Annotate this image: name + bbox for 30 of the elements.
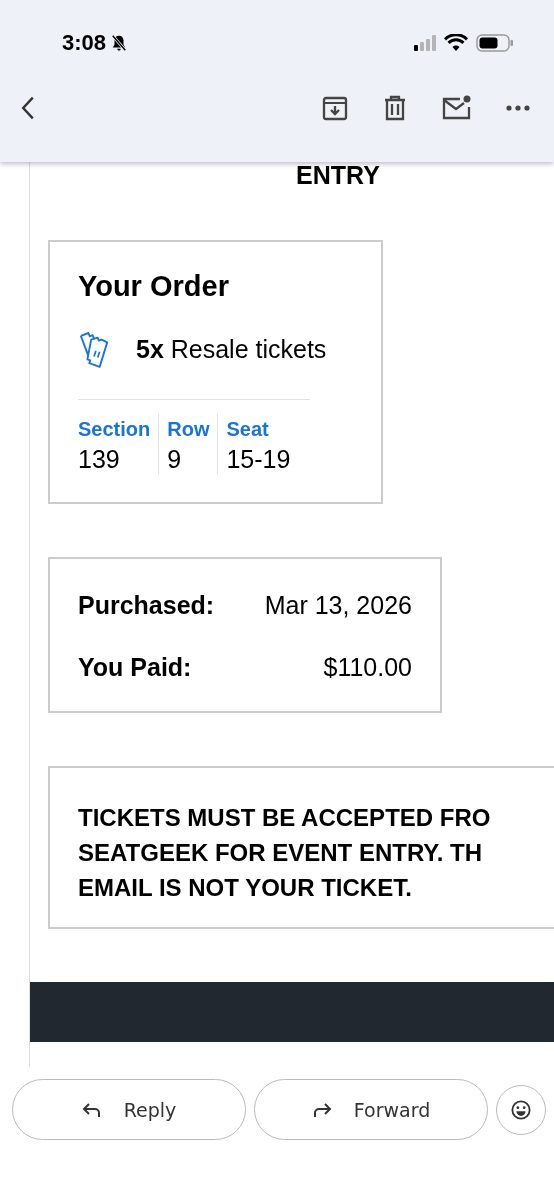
seat-label: Row: [167, 417, 210, 442]
ticket-quantity: 5x Resale tickets: [136, 334, 327, 364]
mail-dot-icon: [442, 95, 472, 121]
tickets-icon: [78, 329, 110, 369]
seat-label: Seat: [226, 417, 270, 442]
battery-icon: [476, 34, 514, 52]
payment-value: Mar 13, 2026: [264, 590, 412, 620]
order-title: Your Order: [78, 270, 230, 303]
status-time: 3:08: [62, 30, 107, 56]
reply-icon: [81, 1101, 102, 1118]
smiley-icon: [511, 1100, 531, 1120]
wifi-icon: [444, 34, 468, 52]
forward-icon: [311, 1101, 332, 1118]
forward-button[interactable]: Forward: [254, 1079, 488, 1140]
seat-value: 15-19: [226, 444, 291, 474]
trash-icon: [382, 95, 408, 121]
seat-value: 139: [78, 444, 121, 474]
email-heading: ENTRY: [295, 162, 381, 188]
ticket-notice: TICKETS MUST BE ACCEPTED FRO SEATGEEK FOR EVENT ENTRY. TH EMAIL IS NOT YOUR TICKET.: [78, 803, 492, 903]
payment-value: $110.00: [323, 652, 412, 682]
signal-icon: [414, 35, 436, 51]
emoji-reaction-button[interactable]: [496, 1085, 546, 1135]
payment-label: You Paid:: [78, 652, 192, 682]
payment-label: Purchased:: [78, 590, 215, 620]
seat-value: 9: [167, 444, 183, 474]
seat-label: Section: [78, 417, 151, 442]
back-icon: [20, 94, 36, 122]
more-icon: [506, 105, 530, 111]
archive-icon: [322, 95, 348, 121]
reply-button[interactable]: Reply: [12, 1079, 246, 1140]
